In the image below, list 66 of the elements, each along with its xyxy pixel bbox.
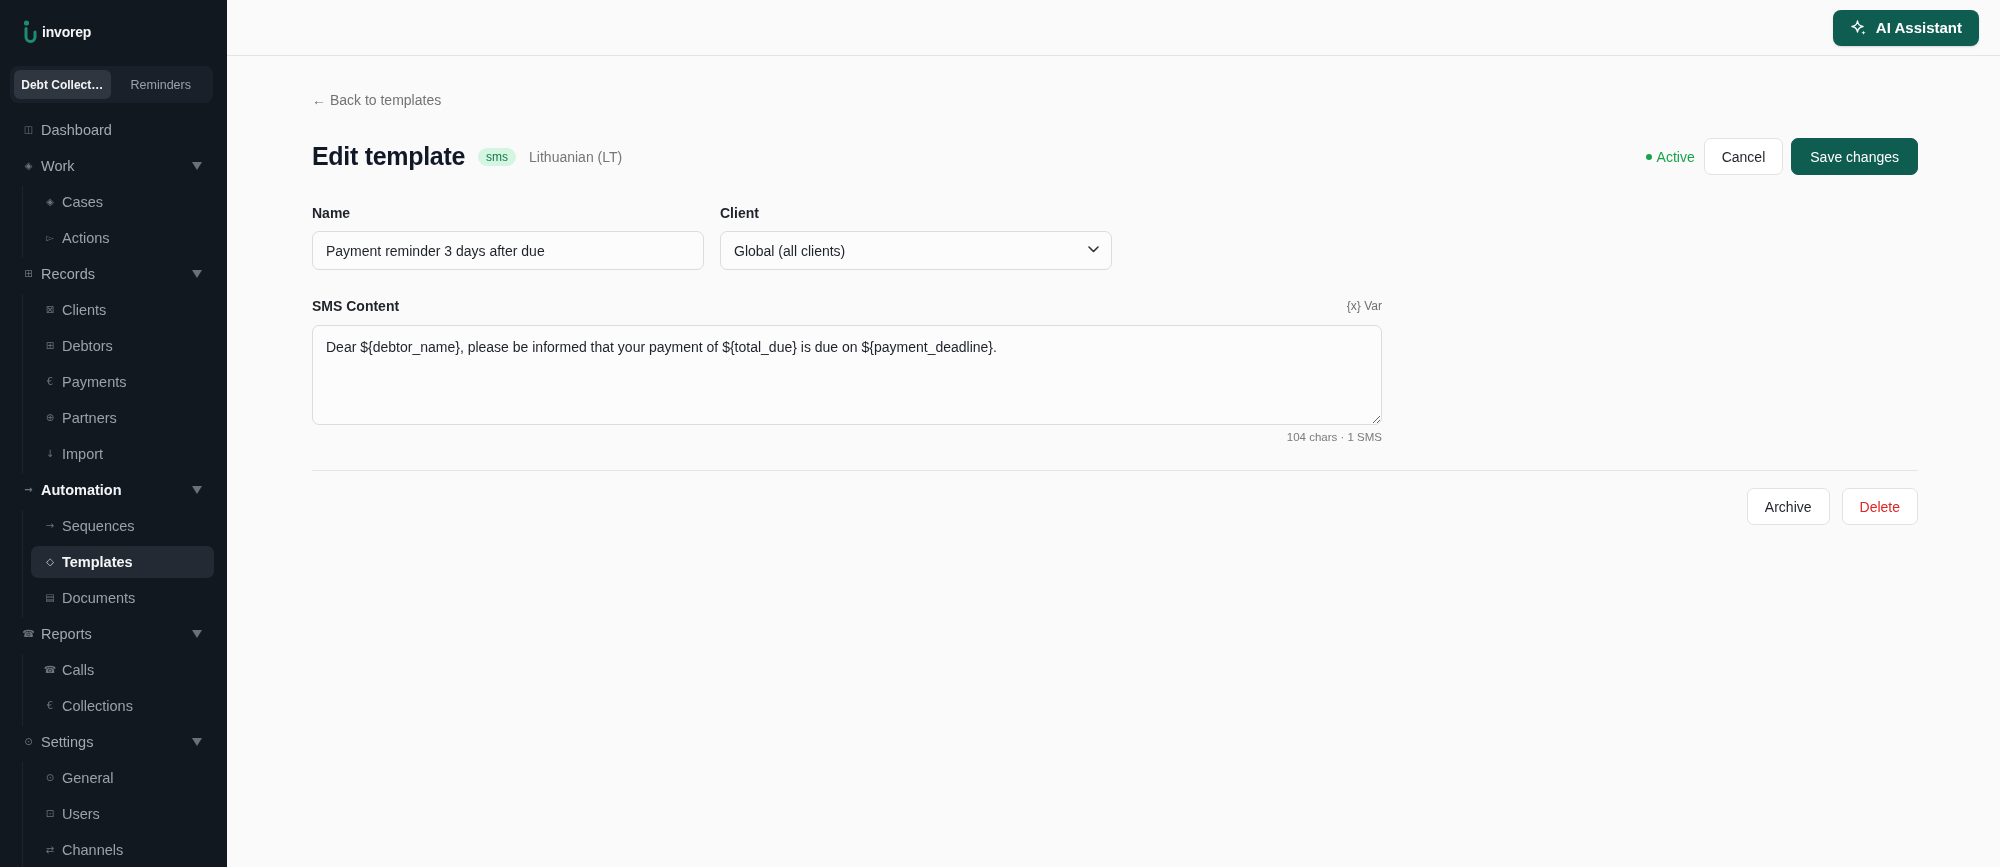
swap-arrows-icon: ⇄	[44, 844, 56, 856]
back-link[interactable]: ← Back to templates	[312, 92, 442, 109]
mode-tab[interactable]: Reminders	[112, 70, 209, 99]
circled-dot-icon: ⊙	[22, 736, 35, 748]
logo-icon	[23, 20, 37, 44]
nav-item[interactable]: € Collections	[31, 690, 214, 722]
arrow-right-icon: →	[44, 520, 56, 532]
character-counter: 104 chars · 1 SMS	[1286, 430, 1382, 444]
ai-assistant-button[interactable]: AI Assistant	[1832, 9, 1979, 46]
squared-dot-icon: ⊡	[44, 808, 56, 820]
nav-item[interactable]: ⊕ Partners	[31, 402, 214, 434]
circled-plus-icon: ⊕	[44, 412, 56, 424]
circled-dot-icon: ⊙	[44, 772, 56, 784]
diamond-icon: ◈	[22, 160, 35, 172]
nav-item[interactable]: ⇄ Channels	[31, 834, 214, 866]
nav-item[interactable]: → Sequences	[31, 510, 214, 542]
phone-icon: ☎	[44, 664, 56, 676]
nav-item[interactable]: ◈ Cases	[31, 186, 214, 218]
squared-cross-icon: ⊠	[44, 304, 56, 316]
nav-group[interactable]: → Automation	[0, 474, 227, 506]
squared-plus-icon: ⊞	[22, 268, 35, 280]
nav-item[interactable]: ◫ Dashboard	[0, 114, 227, 146]
logo-text: invorep	[42, 24, 92, 40]
cancel-button[interactable]: Cancel	[1703, 138, 1784, 175]
nav-item[interactable]: ▻ Actions	[31, 222, 214, 254]
lined-square-icon: ▤	[44, 592, 56, 604]
euro-icon: €	[44, 700, 56, 712]
nav-group[interactable]: ⊞ Records	[0, 258, 227, 290]
diamond-outline-icon: ◇	[44, 556, 56, 568]
nav-item[interactable]: ☎ Calls	[31, 654, 214, 686]
nav-item[interactable]: ▤ Documents	[31, 582, 214, 614]
nav-group[interactable]: ☎ Reports	[0, 618, 227, 650]
nav-item[interactable]: ⊡ Users	[31, 798, 214, 830]
nav-group[interactable]: ◈ Work	[0, 150, 227, 182]
client-select[interactable]: Global (all clients)	[720, 231, 1112, 270]
nav-item[interactable]: ↓ Import	[31, 438, 214, 470]
nav-item[interactable]: ⊞ Debtors	[31, 330, 214, 362]
page-title: Edit template	[312, 142, 466, 171]
chevron-down-icon	[1088, 246, 1099, 253]
arrow-right-icon: →	[22, 484, 35, 496]
mode-tab[interactable]: Debt Collect…	[14, 70, 111, 99]
euro-icon: €	[44, 376, 56, 388]
save-button[interactable]: Save changes	[1791, 138, 1918, 175]
split-square-icon: ◫	[22, 124, 35, 136]
nav-item[interactable]: ⊠ Clients	[31, 294, 214, 326]
language-label: Lithuanian (LT)	[529, 148, 623, 165]
triangle-pointer-icon: ▻	[44, 232, 56, 244]
name-input[interactable]: Payment reminder 3 days after due	[312, 231, 704, 270]
nav-item[interactable]: ◇ Templates	[31, 546, 214, 578]
nav-item[interactable]: ⊙ General	[31, 762, 214, 794]
sms-content-textarea[interactable]: Dear ${debtor_name}, please be informed that your payment of ${total_due} is due on ${payment_deadline}.	[312, 325, 1382, 425]
phone-icon: ☎	[22, 628, 35, 640]
nav-group[interactable]: ⊙ Settings	[0, 726, 227, 758]
delete-button[interactable]: Delete	[1841, 488, 1918, 525]
arrow-down-icon: ↓	[44, 448, 56, 460]
name-label: Name	[312, 204, 351, 222]
squared-plus-icon: ⊞	[44, 340, 56, 352]
status-label: Active	[1656, 148, 1695, 165]
nav-item[interactable]: € Payments	[31, 366, 214, 398]
channel-badge: sms	[478, 147, 517, 166]
sms-content-label: SMS Content	[312, 297, 400, 315]
sparkle-icon	[1850, 19, 1867, 36]
diamond-icon: ◈	[44, 196, 56, 208]
variables-button[interactable]: {x} Var	[1346, 299, 1382, 313]
archive-button[interactable]: Archive	[1746, 488, 1830, 525]
client-label: Client	[720, 204, 759, 222]
